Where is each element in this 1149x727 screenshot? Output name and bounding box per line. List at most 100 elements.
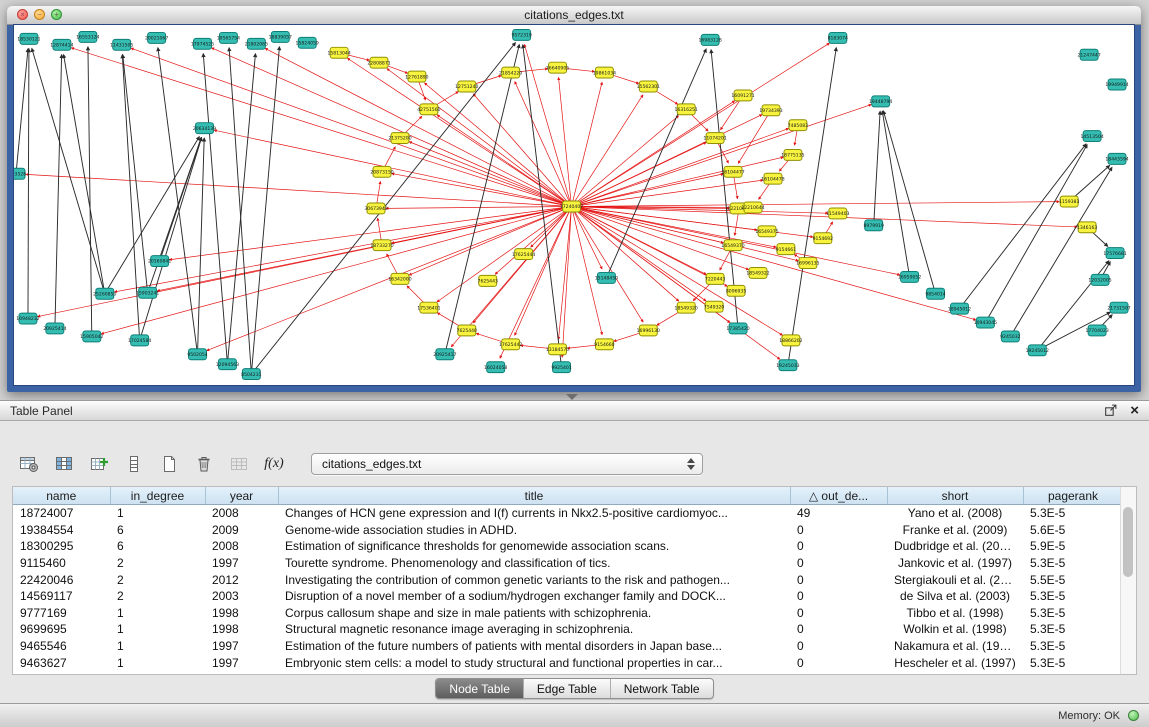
graph-node[interactable]: 16342000 — [388, 273, 411, 284]
table-cell[interactable]: Stergiakouli et al. (2012) — [887, 571, 1023, 588]
graph-node[interactable]: 10948232 — [16, 313, 39, 324]
table-scrollbar[interactable] — [1120, 487, 1136, 674]
graph-node[interactable]: 20160841 — [148, 256, 171, 267]
table-cell[interactable]: 1 — [110, 605, 205, 622]
graph-edge[interactable] — [16, 49, 28, 174]
graph-node[interactable]: 16959052 — [898, 271, 921, 282]
table-cell[interactable]: 5.9E-5 — [1023, 538, 1123, 555]
graph-node[interactable]: 17576681 — [1103, 248, 1126, 259]
table-cell[interactable]: 0 — [790, 522, 887, 539]
table-cell[interactable]: 5.3E-5 — [1023, 654, 1123, 671]
table-cell[interactable]: 1 — [110, 638, 205, 655]
graph-edge[interactable] — [32, 48, 105, 293]
graph-node[interactable]: 15905042 — [80, 331, 103, 342]
graph-node[interactable]: 18775135 — [781, 149, 804, 160]
graph-edge[interactable] — [523, 45, 562, 367]
graph-node[interactable]: 12032005 — [1088, 274, 1111, 285]
table-cell[interactable]: 5.3E-5 — [1023, 621, 1123, 638]
graph-node[interactable]: 17536401 — [417, 302, 440, 313]
graph-node[interactable]: 18549322 — [746, 267, 769, 278]
graph-node[interactable]: 12761890 — [405, 71, 428, 82]
table-cell[interactable]: Disruption of a novel member of a sodium… — [278, 588, 790, 605]
graph-node[interactable]: 7220443 — [705, 273, 725, 284]
table-cell[interactable]: 9699695 — [13, 621, 110, 638]
graph-node[interactable]: 16996130 — [637, 325, 660, 336]
zoom-window-icon[interactable]: + — [51, 9, 62, 20]
tab-network-table[interactable]: Network Table — [610, 679, 713, 698]
graph-node[interactable]: 15148450 — [595, 272, 618, 283]
graph-edge[interactable] — [874, 111, 880, 225]
table-cell[interactable]: Jankovic et al. (1997) — [887, 555, 1023, 572]
graph-node[interactable]: 19565754 — [217, 32, 240, 43]
graph-edge[interactable] — [26, 174, 572, 206]
table-cell[interactable]: 9465546 — [13, 638, 110, 655]
table-cell[interactable]: Tibbo et al. (1998) — [887, 605, 1023, 622]
graph-edge[interactable] — [158, 48, 198, 355]
graph-edge[interactable] — [140, 138, 202, 341]
graph-node[interactable]: 16549370 — [721, 240, 744, 251]
graph-edge[interactable] — [531, 206, 572, 247]
graph-node[interactable]: 11549403 — [826, 208, 849, 219]
graph-node[interactable]: 18549320 — [675, 302, 698, 313]
graph-edge[interactable] — [115, 206, 572, 291]
graph-node[interactable]: 9154661 — [776, 244, 796, 255]
graph-edge[interactable] — [572, 174, 724, 207]
table-cell[interactable]: 0 — [790, 588, 887, 605]
graph-node[interactable]: 9572319 — [511, 29, 531, 40]
table-cell[interactable]: 22420046 — [13, 571, 110, 588]
graph-node[interactable]: 21247447 — [1077, 49, 1100, 60]
network-canvas[interactable]: 1853012112874414165531241143150520021067… — [14, 25, 1134, 385]
graph-node[interactable]: 1346163 — [1077, 222, 1097, 233]
graph-node[interactable]: 7485083 — [788, 120, 808, 131]
table-cell[interactable]: Embryonic stem cells: a model to study s… — [278, 654, 790, 671]
graph-node[interactable]: 17240407 — [560, 201, 583, 212]
graph-edge[interactable] — [437, 206, 571, 301]
table-cell[interactable]: 5.3E-5 — [1023, 505, 1123, 522]
graph-node[interactable]: 16024058 — [484, 362, 507, 373]
table-cell[interactable]: 5.3E-5 — [1023, 555, 1123, 572]
graph-node[interactable]: 15903241 — [136, 287, 159, 298]
graph-node[interactable]: 21731507 — [1107, 302, 1130, 313]
function-builder-icon[interactable]: f(x) — [261, 452, 287, 476]
graph-edge[interactable] — [572, 206, 1078, 226]
table-cell[interactable]: 9115460 — [13, 555, 110, 572]
graph-edge[interactable] — [473, 94, 571, 207]
table-row[interactable]: 911546021997Tourette syndrome. Phenomeno… — [13, 555, 1123, 572]
table-cell[interactable]: 0 — [790, 638, 887, 655]
graph-node[interactable]: 18530121 — [17, 33, 40, 44]
table-row[interactable]: 969969511998Structural magnetic resonanc… — [13, 621, 1123, 638]
table-cell[interactable]: de Silva et al. (2003) — [887, 588, 1023, 605]
graph-node[interactable]: 9925401 — [551, 362, 571, 373]
column-header-name[interactable]: name — [13, 487, 110, 505]
graph-node[interactable]: 8183074 — [828, 32, 848, 43]
graph-edge[interactable] — [203, 54, 227, 364]
graph-node[interactable]: 18839057 — [269, 31, 292, 42]
column-header-pagerank[interactable]: pagerank — [1023, 487, 1123, 505]
window-titlebar[interactable]: × − + citations_edges.txt — [7, 6, 1141, 25]
graph-node[interactable]: 20021067 — [145, 32, 168, 43]
show-columns-icon[interactable] — [51, 452, 77, 476]
table-mode-icon[interactable] — [16, 452, 42, 476]
table-cell[interactable]: 1 — [110, 654, 205, 671]
graph-node[interactable]: 17625444 — [512, 249, 535, 260]
graph-node[interactable]: 7625440 — [457, 325, 477, 336]
graph-edge[interactable] — [572, 115, 762, 207]
graph-edge[interactable] — [409, 206, 571, 275]
graph-node[interactable]: 11074201 — [703, 133, 726, 144]
graph-edge[interactable] — [71, 48, 571, 207]
table-cell[interactable]: 5.3E-5 — [1023, 638, 1123, 655]
graph-edge[interactable] — [562, 206, 571, 357]
graph-node[interactable]: 17625442 — [499, 339, 522, 350]
graph-edge[interactable] — [28, 49, 29, 319]
table-cell[interactable]: 5.3E-5 — [1023, 588, 1123, 605]
graph-edge[interactable] — [500, 206, 572, 358]
graph-node[interactable]: 19448794 — [869, 96, 892, 107]
graph-node[interactable]: 11431505 — [110, 39, 133, 50]
table-row[interactable]: 977716911998Corpus callosum shape and si… — [13, 605, 1123, 622]
graph-node[interactable]: 8504231 — [241, 369, 261, 380]
graph-edge[interactable] — [227, 54, 255, 364]
graph-node[interactable]: 17974525 — [191, 38, 214, 49]
column-header-year[interactable]: year — [205, 487, 278, 505]
graph-node[interactable]: 12874414 — [50, 39, 73, 50]
table-cell[interactable]: 2008 — [205, 505, 278, 522]
